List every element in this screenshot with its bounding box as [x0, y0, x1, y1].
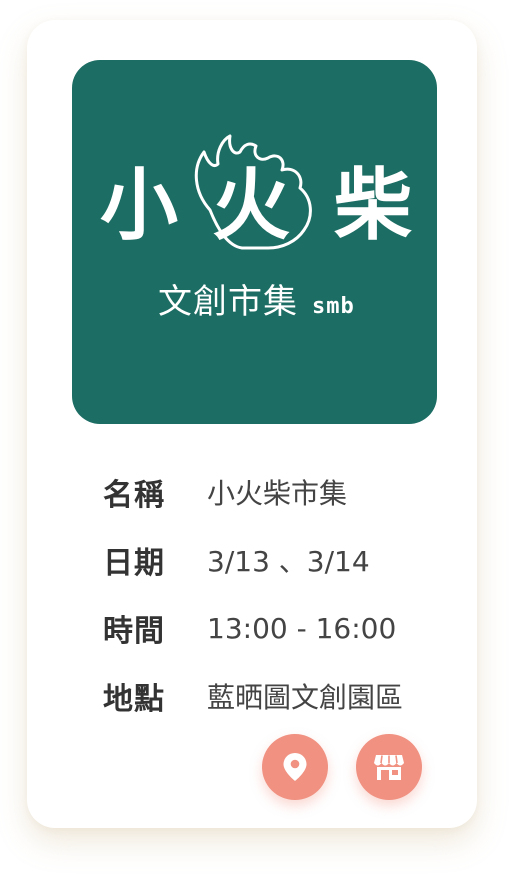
logo-subtitle-en: smb: [312, 294, 355, 319]
shop-button[interactable]: [356, 734, 422, 800]
storefront-icon: [374, 755, 404, 780]
detail-label: 名稱: [103, 478, 165, 513]
detail-value: 小火柴市集: [207, 477, 348, 510]
map-pin-icon: [283, 753, 307, 781]
detail-row-time: 時間 13:00 - 16:00: [103, 594, 463, 662]
detail-label: 日期: [103, 546, 165, 581]
detail-value: 藍晒圖文創園區: [207, 681, 404, 714]
detail-label: 地點: [103, 682, 165, 717]
detail-row-location: 地點 藍晒圖文創園區: [103, 662, 463, 730]
detail-value: 13:00 - 16:00: [207, 611, 397, 645]
logo-char-2: 火: [212, 161, 290, 251]
logo-char-1: 小: [100, 161, 178, 251]
detail-label: 時間: [103, 614, 165, 649]
detail-row-name: 名稱 小火柴市集: [103, 458, 463, 526]
logo-subtitle: 文創市集 smb: [158, 274, 355, 323]
logo-subtitle-zh: 文創市集: [158, 282, 298, 322]
logo-char-3: 柴: [334, 161, 412, 251]
logo-title-art: 小 火 柴: [100, 134, 412, 251]
market-details: 名稱 小火柴市集 日期 3/13 、3/14 時間 13:00 - 16:00 …: [103, 458, 463, 730]
detail-value: 3/13 、3/14: [207, 545, 370, 578]
detail-row-date: 日期 3/13 、3/14: [103, 526, 463, 594]
market-logo: 小 火 柴 文創市集 smb: [72, 60, 437, 424]
map-location-button[interactable]: [262, 734, 328, 800]
market-info-card: 小 火 柴 文創市集 smb 名稱 小火柴市集 日期 3/13 、3/14 時間 …: [27, 20, 477, 828]
